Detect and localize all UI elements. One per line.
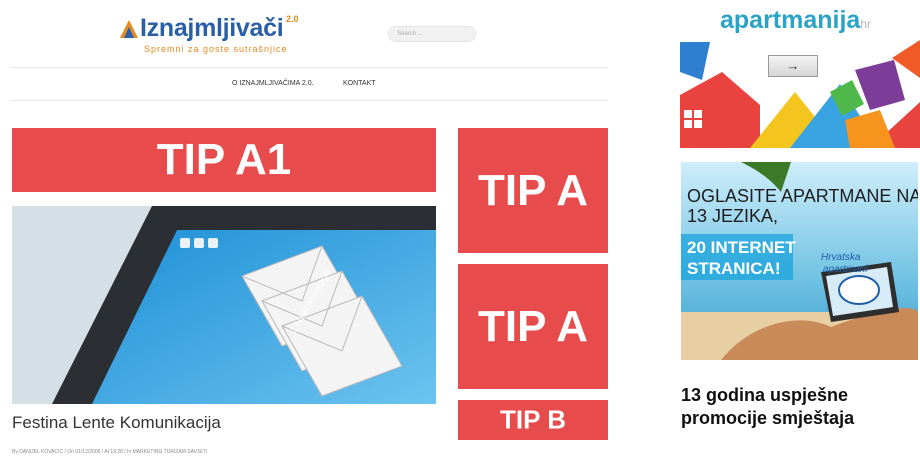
hrvatska-apartmani-logo: Hrvatska [821, 252, 861, 263]
article-hero-image[interactable]: 1 New Message [12, 206, 436, 404]
promo-text: 13 godina uspješne promocije smještaja [681, 384, 854, 430]
hrvatska-apartmani-ad[interactable]: OGLASITE APARTMANE NA 13 JEZIKA, 20 INTE… [681, 162, 918, 360]
logo-tagline: Spremni za goste sutrašnjice [144, 44, 288, 54]
ad2-headline-4: STRANICA! [687, 259, 781, 278]
nav-divider [10, 100, 608, 101]
hrvatska-apartmani-logo-sub: apartmani [823, 264, 868, 275]
ad2-headline-1: OGLASITE APARTMANE NA [687, 186, 918, 206]
ad-slot-label: TIP A [477, 301, 589, 351]
ad2-headline-2: 13 JEZIKA, [687, 206, 779, 226]
screenshot: Iznajmljivači 2.0 Spremni za goste sutra… [0, 0, 920, 459]
ad-slot-tip-a-1[interactable]: TIP A [458, 128, 608, 253]
tablet-envelopes-illustration: 1 New Message [12, 206, 436, 404]
article-title[interactable]: Festina Lente Komunikacija [12, 413, 221, 433]
ad-slot-tip-b[interactable]: TIP B [458, 400, 608, 440]
site-logo[interactable]: Iznajmljivači 2.0 Spremni za goste sutra… [118, 14, 318, 54]
apartmanija-logo: apartmanijahr [720, 6, 872, 34]
ad2-headline-3: 20 INTERNET [687, 238, 796, 257]
ad-slot-label: TIP B [500, 404, 566, 435]
website-preview: Iznajmljivači 2.0 Spremni za goste sutra… [0, 0, 615, 459]
article-meta: By DANIJEL KOVACIC / On 01/12/2006 / At … [12, 449, 208, 455]
ad-slot-label: TIP A1 [156, 135, 292, 184]
header-divider [10, 67, 608, 68]
logo-mark-icon [120, 20, 138, 38]
ad-slot-label: TIP A [477, 165, 589, 215]
ad-slot-tip-a-2[interactable]: TIP A [458, 264, 608, 389]
promo-line-2: promocije smještaja [681, 408, 855, 428]
nav-item-about[interactable]: O IZNAJMLJIVAČIMA 2.0. [232, 80, 314, 87]
logo-version: 2.0 [286, 14, 299, 24]
nav-item-contact[interactable]: KONTAKT [343, 80, 376, 87]
ad-slot-tip-a1[interactable]: TIP A1 [12, 128, 436, 192]
logo-name: Iznajmljivači [140, 14, 284, 42]
apartmanija-ad-banner[interactable]: apartmanijahr → [680, 0, 920, 148]
promo-line-1: 13 godina uspješne [681, 385, 849, 405]
search-input[interactable]: Search ... [388, 26, 476, 42]
arrow-right-icon[interactable]: → [768, 55, 818, 77]
